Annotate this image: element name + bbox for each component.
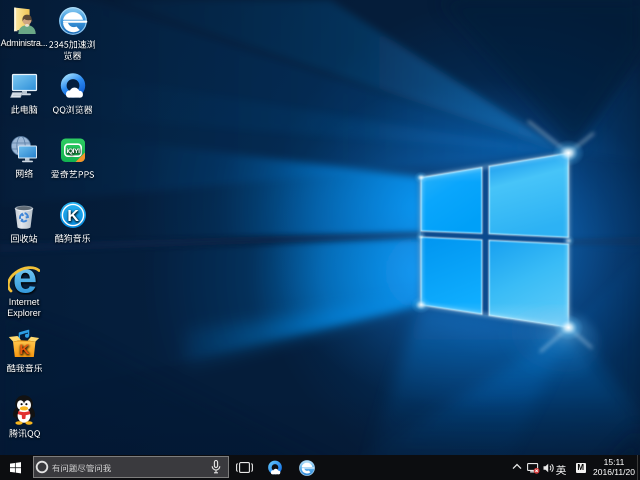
svg-text:K: K <box>67 208 79 225</box>
svg-text:iQIYI: iQIYI <box>66 148 80 155</box>
svg-text:K: K <box>19 341 29 357</box>
